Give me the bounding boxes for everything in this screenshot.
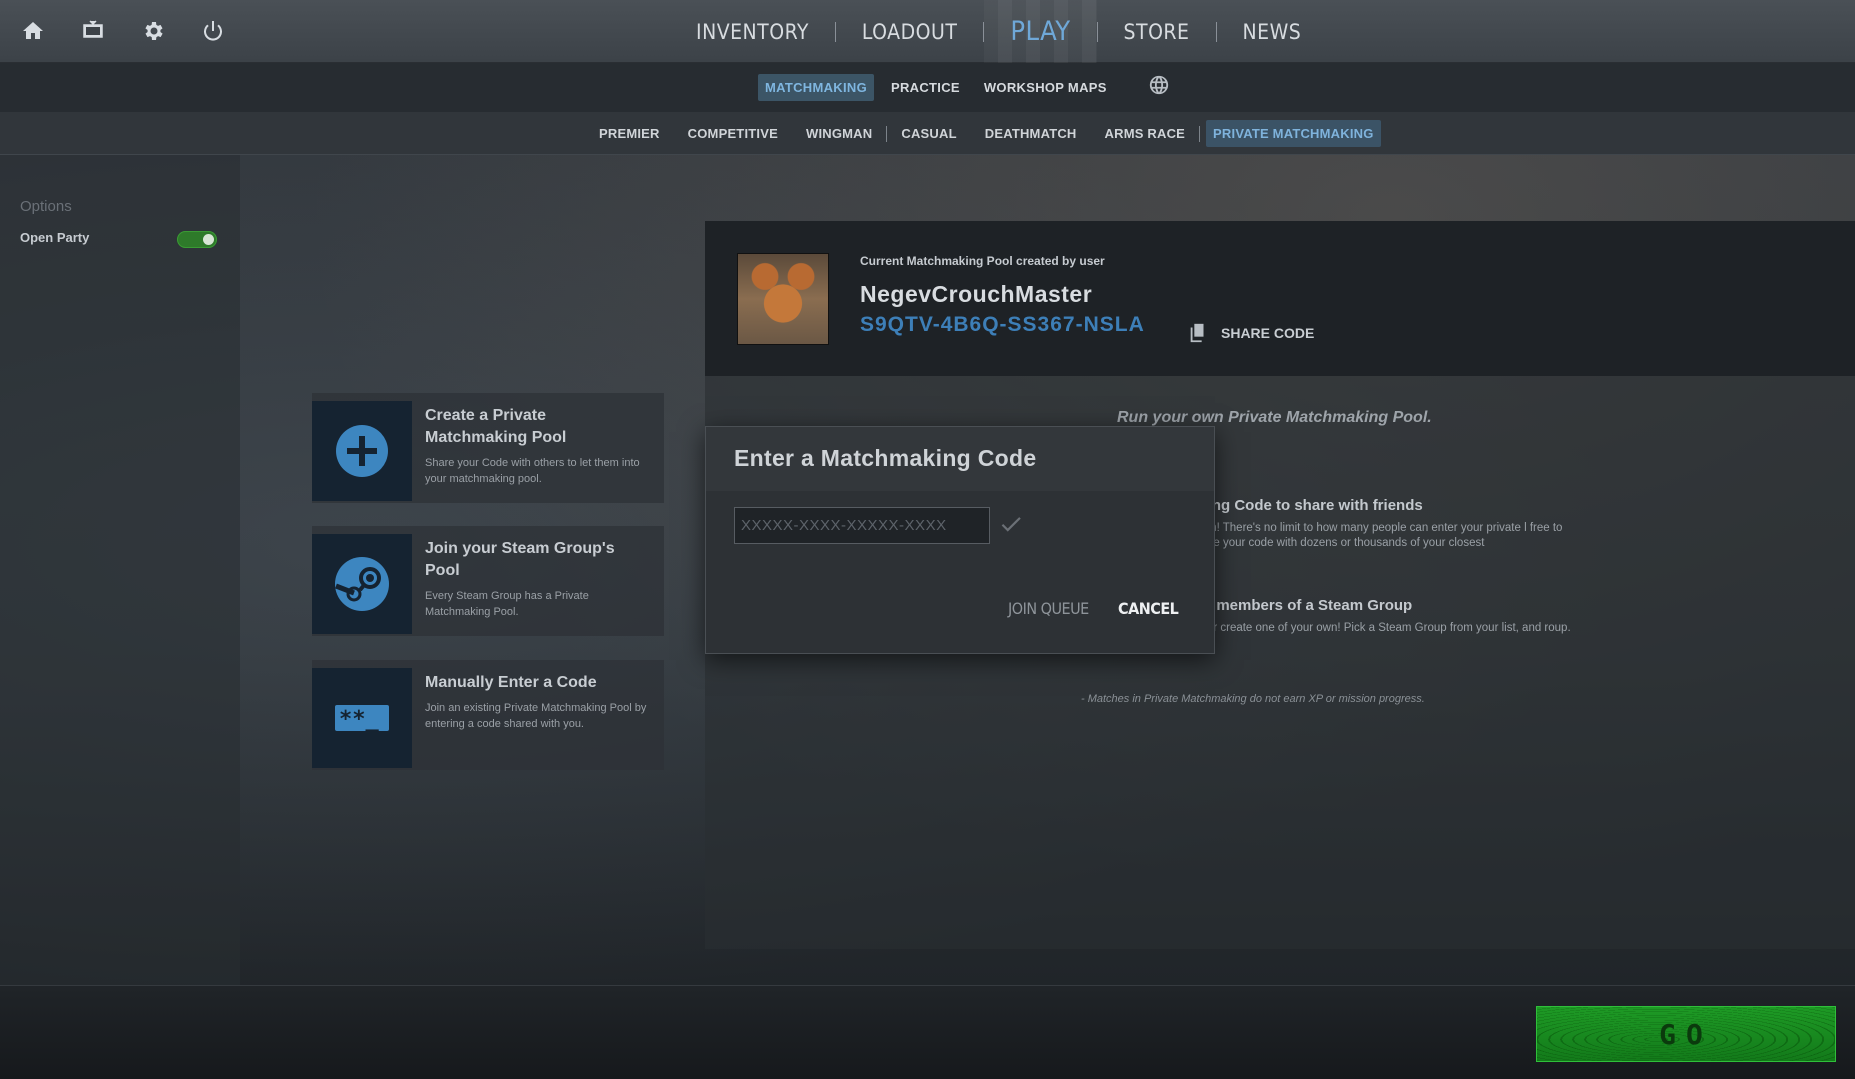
avatar — [737, 253, 829, 345]
open-party-label: Open Party — [20, 230, 90, 245]
nav-store[interactable]: STORE — [1098, 0, 1216, 63]
pool-code[interactable]: S9QTV-4B6Q-SS367-NSLA — [860, 313, 1145, 337]
manual-code-card[interactable]: **_ Manually Enter a Code Join an existi… — [312, 660, 664, 770]
mode-premier[interactable]: PREMIER — [592, 120, 667, 147]
nav-news[interactable]: NEWS — [1217, 0, 1328, 63]
mode-casual[interactable]: CASUAL — [894, 120, 963, 147]
info-section-title: aking Code to share with friends — [1191, 497, 1423, 514]
copy-icon — [1190, 323, 1204, 343]
card-description: Join an existing Private Matchmaking Poo… — [425, 702, 647, 730]
card-description: Every Steam Group has a Private Matchmak… — [425, 590, 589, 618]
join-queue-button[interactable]: JOIN QUEUE — [1008, 599, 1089, 618]
power-icon[interactable] — [200, 18, 226, 44]
top-bar: INVENTORY LOADOUT PLAY STORE NEWS — [0, 0, 1855, 63]
pool-username: NegevCrouchMaster — [860, 281, 1093, 307]
info-heading: Run your own Private Matchmaking Pool. — [1117, 409, 1432, 426]
info-section-description: team! There's no limit to how many peopl… — [1191, 522, 1563, 549]
create-pool-card[interactable]: Create a Private Matchmaking Pool Share … — [312, 393, 664, 503]
mode-divider — [886, 125, 888, 142]
plus-icon — [336, 425, 388, 477]
dialog-title: Enter a Matchmaking Code — [734, 445, 1037, 471]
app-root: INVENTORY LOADOUT PLAY STORE NEWS MATCHM… — [0, 0, 1855, 1079]
info-section-title: th members of a Steam Group — [1198, 597, 1413, 614]
globe-icon[interactable] — [1148, 74, 1170, 101]
card-title: Create a Private Matchmaking Pool — [425, 407, 567, 446]
nav-play[interactable]: PLAY — [984, 0, 1097, 63]
svg-text:**_: **_ — [339, 707, 379, 732]
code-entry-icon: **_ — [335, 705, 389, 732]
pool-header: Current Matchmaking Pool created by user… — [705, 221, 1855, 376]
bottom-bar: GO — [0, 985, 1855, 1079]
info-section-description: y or create one of your own! Pick a Stea… — [1198, 622, 1571, 634]
game-mode-bar: PREMIER COMPETITIVE WINGMAN CASUAL DEATH… — [0, 112, 1855, 155]
share-code-button[interactable]: SHARE CODE — [1187, 322, 1314, 344]
tab-practice[interactable]: PRACTICE — [884, 74, 967, 101]
tab-workshop-maps[interactable]: WORKSHOP MAPS — [977, 74, 1114, 101]
dialog-header: Enter a Matchmaking Code — [706, 427, 1214, 491]
manual-code-tile: **_ — [312, 668, 412, 768]
tv-icon[interactable] — [80, 18, 106, 44]
top-icon-group — [20, 18, 226, 44]
mode-competitive[interactable]: COMPETITIVE — [681, 120, 785, 147]
toggle-knob — [203, 234, 214, 245]
create-pool-tile — [312, 401, 412, 501]
nav-inventory[interactable]: INVENTORY — [670, 0, 835, 63]
xp-disclaimer-note: - Matches in Private Matchmaking do not … — [1081, 693, 1425, 705]
check-icon — [998, 511, 1026, 539]
main-nav: INVENTORY LOADOUT PLAY STORE NEWS — [670, 0, 1327, 63]
share-code-label: SHARE CODE — [1221, 325, 1315, 341]
card-title: Join your Steam Group's Pool — [425, 540, 615, 579]
cancel-button[interactable]: CANCEL — [1118, 599, 1179, 618]
mode-divider — [1199, 125, 1201, 142]
steam-icon — [335, 557, 389, 611]
options-title: Options — [20, 198, 72, 215]
gear-icon[interactable] — [140, 18, 166, 44]
mode-wingman[interactable]: WINGMAN — [799, 120, 879, 147]
mode-deathmatch[interactable]: DEATHMATCH — [978, 120, 1084, 147]
mode-arms-race[interactable]: ARMS RACE — [1098, 120, 1193, 147]
nav-loadout[interactable]: LOADOUT — [836, 0, 983, 63]
steam-group-tile — [312, 534, 412, 634]
go-button[interactable]: GO — [1536, 1006, 1836, 1062]
options-sidebar: Options Open Party — [0, 155, 240, 985]
sub-nav: MATCHMAKING PRACTICE WORKSHOP MAPS — [0, 63, 1855, 112]
open-party-toggle[interactable] — [177, 231, 217, 248]
mode-private-matchmaking[interactable]: PRIVATE MATCHMAKING — [1206, 120, 1381, 147]
steam-group-pool-card[interactable]: Join your Steam Group's Pool Every Steam… — [312, 526, 664, 636]
enter-code-dialog: Enter a Matchmaking Code JOIN QUEUE CANC… — [705, 426, 1215, 654]
card-title: Manually Enter a Code — [425, 674, 597, 691]
card-description: Share your Code with others to let them … — [425, 457, 640, 485]
home-icon[interactable] — [20, 18, 46, 44]
pool-owner-label: Current Matchmaking Pool created by user — [860, 254, 1105, 268]
matchmaking-code-input[interactable] — [734, 507, 990, 544]
tab-matchmaking[interactable]: MATCHMAKING — [758, 74, 874, 101]
